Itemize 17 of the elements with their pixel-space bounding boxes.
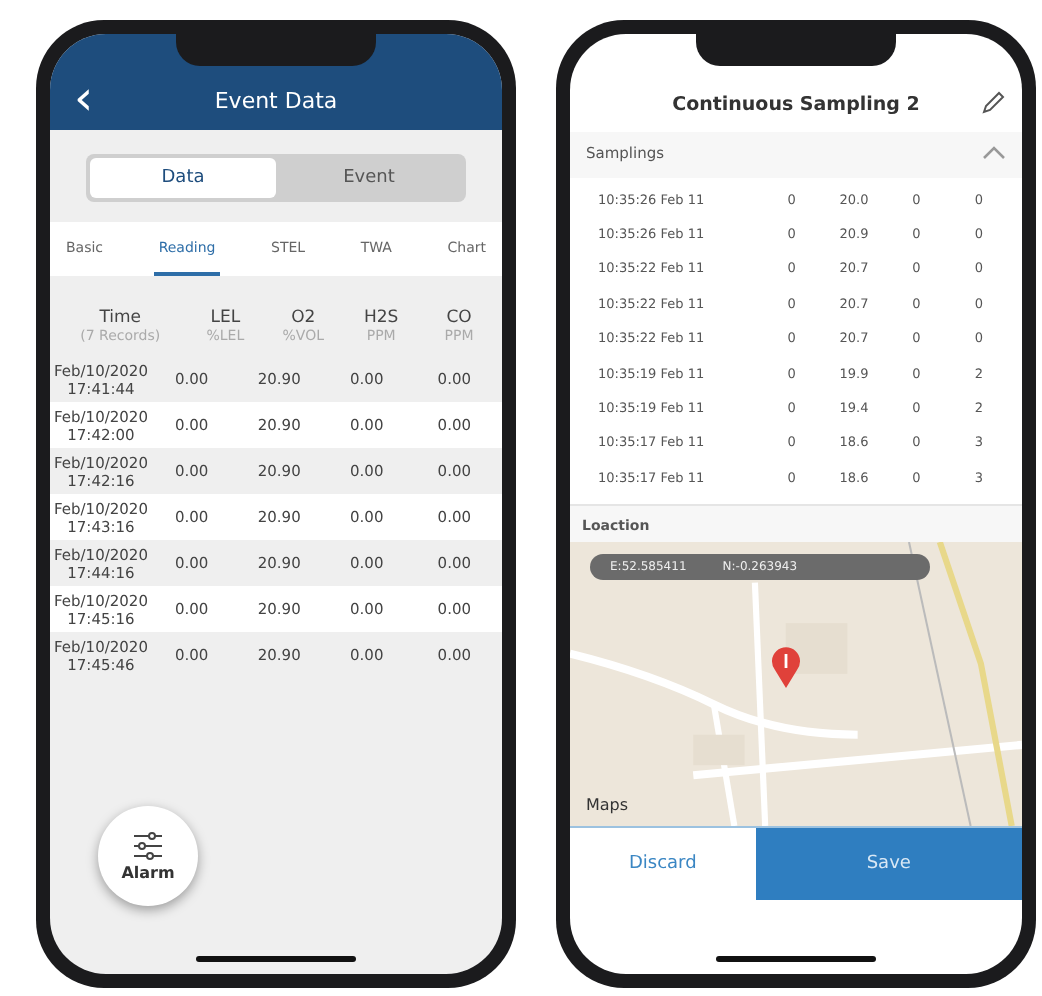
segment-tab[interactable]: Event — [276, 158, 462, 198]
save-button[interactable]: Save — [755, 827, 1022, 900]
screen-title: Continuous Sampling 2 — [672, 94, 920, 116]
back-button[interactable]: ‹ — [66, 74, 102, 122]
screen-title: Event Data — [214, 88, 338, 114]
pencil-icon[interactable] — [980, 90, 1006, 116]
alarm-button[interactable]: Alarm — [98, 806, 198, 906]
column-header: LEL — [210, 308, 241, 328]
chevron-up-icon[interactable] — [982, 146, 1006, 160]
segment-tab[interactable]: Data — [90, 158, 276, 198]
column-header: O2 — [291, 308, 316, 328]
column-header: H2S — [363, 308, 399, 328]
column-header: Time — [99, 308, 141, 328]
column-header: CO — [446, 308, 472, 328]
map-attribution: Maps — [586, 795, 629, 814]
sliders-icon — [132, 831, 164, 859]
map-pin-icon — [770, 645, 802, 690]
